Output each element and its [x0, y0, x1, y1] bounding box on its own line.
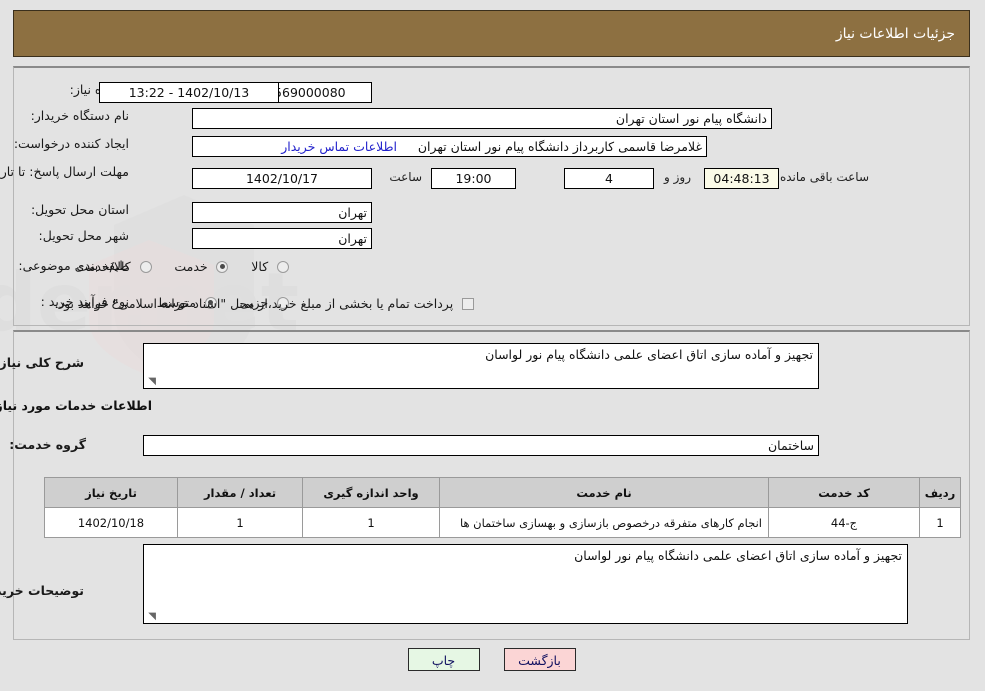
- cell-service-code: ج-44: [769, 507, 921, 538]
- announce-datetime-field: 1402/10/13 - 13:22: [100, 82, 280, 103]
- table-row: 1 ج-44 انجام کارهای متفرقه درخصوص بازساز…: [45, 507, 962, 538]
- service-group-label-row: گروه خدمت:: [4, 437, 87, 452]
- treasury-bond-label: پرداخت تمام یا بخشی از مبلغ خرید،از محل …: [55, 296, 455, 311]
- radio-category-service[interactable]: [217, 260, 230, 273]
- service-group-field: ساختمان: [144, 435, 820, 456]
- radio-category-goods-service-label: کالا/خدمت: [77, 259, 132, 274]
- buyer-notes-textarea[interactable]: تجهیز و آماده سازی اتاق اعضای علمی دانشگ…: [144, 544, 909, 624]
- cell-need-date: 1402/10/18: [45, 507, 179, 538]
- cell-row-no: 1: [920, 507, 962, 538]
- buyer-notes-label: توضیحات خریدار:: [0, 583, 85, 598]
- deadline-remaining-label: ساعت باقی مانده: [780, 170, 870, 184]
- table-header-row: ردیف کد خدمت نام خدمت واحد اندازه گیری ت…: [45, 477, 962, 508]
- delivery-province-label: استان محل تحویل:: [31, 202, 130, 217]
- general-description-textarea[interactable]: تجهیز و آماده سازی اتاق اعضای علمی دانشگ…: [144, 343, 820, 389]
- services-table: ردیف کد خدمت نام خدمت واحد اندازه گیری ت…: [45, 477, 962, 538]
- request-creator-field: غلامرضا قاسمی کاربرداز دانشگاه پیام نور …: [193, 136, 708, 157]
- treasury-bond-checkbox[interactable]: [463, 297, 475, 310]
- deadline-time-field: 19:00: [432, 168, 517, 189]
- deadline-days-field: 4: [565, 168, 655, 189]
- response-deadline-label: مهلت ارسال پاسخ: تا تاریخ:: [0, 164, 130, 179]
- back-button[interactable]: بازگشت: [504, 648, 577, 671]
- treasury-bond-option: پرداخت تمام یا بخشی از مبلغ خرید،از محل …: [56, 296, 480, 311]
- general-description-label-row: شرح کلی نیاز:: [0, 355, 85, 370]
- subject-category-radio-group: کالا خدمت کالا/خدمت: [63, 259, 295, 274]
- col-quantity: تعداد / مقدار: [178, 477, 304, 508]
- response-deadline-label-row: مهلت ارسال پاسخ: تا تاریخ:: [0, 164, 130, 179]
- buyer-contact-link[interactable]: اطلاعات تماس خریدار: [278, 139, 402, 154]
- request-creator-label-row: ایجاد کننده درخواست:: [9, 136, 130, 151]
- request-creator-label: ایجاد کننده درخواست:: [14, 136, 130, 151]
- print-button[interactable]: چاپ: [408, 648, 481, 671]
- page-title: جزئیات اطلاعات نیاز: [836, 25, 956, 42]
- cell-unit: 1: [303, 507, 441, 538]
- col-service-code: کد خدمت: [769, 477, 921, 508]
- buyer-org-label-row: نام دستگاه خریدار:: [26, 108, 130, 123]
- delivery-city-label: شهر محل تحویل:: [39, 228, 130, 243]
- deadline-days-label: روز و: [665, 170, 692, 184]
- col-need-date: تاریخ نیاز: [45, 477, 179, 508]
- radio-category-goods[interactable]: [278, 260, 290, 273]
- general-description-text: تجهیز و آماده سازی اتاق اعضای علمی دانشگ…: [486, 347, 814, 362]
- services-section-title: اطلاعات خدمات مورد نیاز: [0, 398, 153, 413]
- footer-actions: بازگشت چاپ: [0, 648, 985, 671]
- buyer-org-field: دانشگاه پیام نور استان تهران: [193, 108, 773, 129]
- buyer-notes-label-row: توضیحات خریدار:: [0, 583, 85, 598]
- delivery-city-label-row: شهر محل تحویل:: [34, 228, 130, 243]
- radio-category-service-label: خدمت: [175, 259, 209, 274]
- delivery-province-field: تهران: [193, 202, 373, 223]
- deadline-hour-label: ساعت: [390, 170, 423, 184]
- resize-grip-icon[interactable]: ◥: [147, 377, 157, 387]
- resize-grip-icon-notes[interactable]: ◥: [147, 612, 157, 622]
- col-row-no: ردیف: [920, 477, 962, 508]
- service-group-label: گروه خدمت:: [10, 437, 87, 452]
- col-service-name: نام خدمت: [440, 477, 770, 508]
- page-header: جزئیات اطلاعات نیاز: [14, 10, 971, 57]
- cell-service-name: انجام کارهای متفرقه درخصوص بازسازی و بهس…: [440, 507, 770, 538]
- delivery-province-label-row: استان محل تحویل:: [26, 202, 130, 217]
- deadline-countdown-field: 04:48:13: [705, 168, 780, 189]
- buyer-org-label: نام دستگاه خریدار:: [31, 108, 130, 123]
- radio-category-goods-label: کالا: [252, 259, 270, 274]
- general-description-label: شرح کلی نیاز:: [0, 355, 85, 370]
- col-unit: واحد اندازه گیری: [303, 477, 441, 508]
- radio-category-goods-service[interactable]: [140, 260, 153, 273]
- cell-quantity: 1: [178, 507, 304, 538]
- delivery-city-field: تهران: [193, 228, 373, 249]
- deadline-date-field: 1402/10/17: [193, 168, 373, 189]
- buyer-notes-text: تجهیز و آماده سازی اتاق اعضای علمی دانشگ…: [575, 548, 903, 563]
- need-summary-panel: [14, 66, 971, 326]
